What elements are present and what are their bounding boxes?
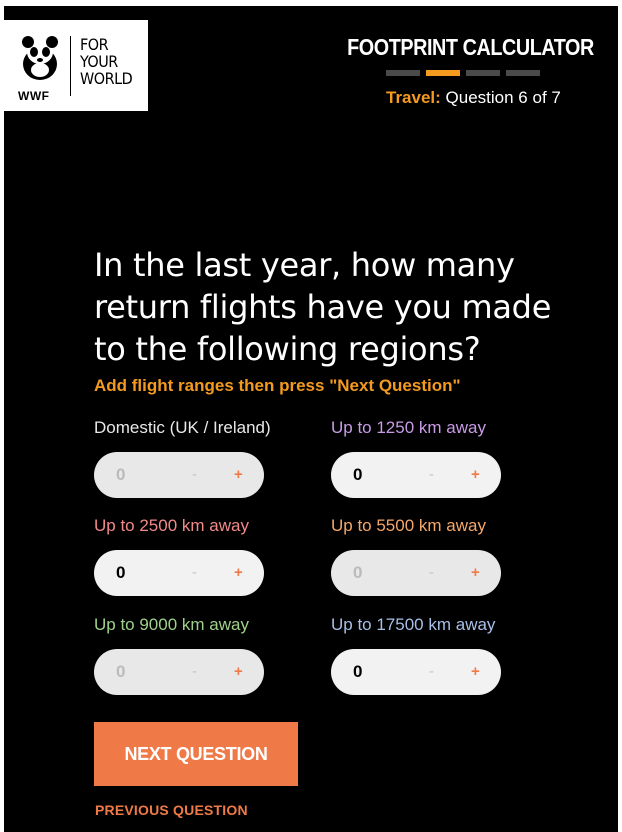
progress-bar	[386, 70, 540, 76]
increment-button[interactable]: +	[234, 649, 243, 695]
field-label: Up to 1250 km away	[331, 418, 486, 437]
field-label: Up to 2500 km away	[94, 516, 249, 535]
question-text: In the last year, how many return flight…	[94, 246, 552, 368]
previous-question-link[interactable]: PREVIOUS QUESTION	[95, 802, 248, 818]
tagline-line: FOR	[80, 35, 109, 54]
logo-tagline: FOR YOUR WORLD	[80, 35, 133, 88]
flight-field-domestic: Domestic (UK / Ireland) 0 - +	[94, 418, 334, 498]
calculator-frame: WWF FOR YOUR WORLD FOOTPRINT CALCULATOR …	[4, 6, 618, 832]
wwf-logo[interactable]: WWF FOR YOUR WORLD	[4, 20, 148, 111]
instruction-text: Add flight ranges then press "Next Quest…	[94, 376, 461, 395]
decrement-button[interactable]: -	[429, 452, 434, 498]
decrement-button[interactable]: -	[429, 649, 434, 695]
stepper-value[interactable]: 0	[116, 550, 125, 596]
flight-field-1250km: Up to 1250 km away 0 - +	[331, 418, 571, 498]
stepper-value[interactable]: 0	[353, 649, 362, 695]
quantity-stepper[interactable]: 0 - +	[94, 649, 264, 695]
increment-button[interactable]: +	[234, 452, 243, 498]
flight-field-5500km: Up to 5500 km away 0 - +	[331, 516, 571, 596]
quantity-stepper[interactable]: 0 - +	[331, 649, 501, 695]
decrement-button[interactable]: -	[429, 550, 434, 596]
stepper-value[interactable]: 0	[353, 550, 362, 596]
increment-button[interactable]: +	[471, 649, 480, 695]
wwf-wordmark: WWF	[18, 89, 50, 103]
quantity-stepper[interactable]: 0 - +	[94, 550, 264, 596]
panda-icon	[22, 36, 58, 80]
progress-segment	[466, 70, 500, 76]
flight-field-17500km: Up to 17500 km away 0 - +	[331, 615, 571, 695]
quantity-stepper[interactable]: 0 - +	[331, 550, 501, 596]
field-label: Up to 9000 km away	[94, 615, 249, 634]
logo-divider	[70, 36, 71, 96]
question-category: Travel:	[386, 88, 441, 107]
progress-segment	[386, 70, 420, 76]
field-label: Domestic (UK / Ireland)	[94, 418, 271, 437]
progress-segment	[506, 70, 540, 76]
field-label: Up to 17500 km away	[331, 615, 496, 634]
flight-field-9000km: Up to 9000 km away 0 - +	[94, 615, 334, 695]
decrement-button[interactable]: -	[192, 649, 197, 695]
increment-button[interactable]: +	[471, 452, 480, 498]
stepper-value[interactable]: 0	[353, 452, 362, 498]
progress-segment-active	[426, 70, 460, 76]
increment-button[interactable]: +	[234, 550, 243, 596]
tagline-line: YOUR	[80, 52, 118, 71]
flight-field-2500km: Up to 2500 km away 0 - +	[94, 516, 334, 596]
increment-button[interactable]: +	[471, 550, 480, 596]
question-counter: Travel: Question 6 of 7	[386, 88, 561, 108]
stepper-value[interactable]: 0	[116, 452, 125, 498]
field-label: Up to 5500 km away	[331, 516, 486, 535]
question-number: Question 6 of 7	[445, 88, 561, 107]
next-question-button[interactable]: NEXT QUESTION	[94, 722, 298, 786]
quantity-stepper[interactable]: 0 - +	[94, 452, 264, 498]
decrement-button[interactable]: -	[192, 452, 197, 498]
calculator-title: FOOTPRINT CALCULATOR	[347, 34, 594, 60]
tagline-line: WORLD	[80, 69, 133, 88]
decrement-button[interactable]: -	[192, 550, 197, 596]
stepper-value[interactable]: 0	[116, 649, 125, 695]
quantity-stepper[interactable]: 0 - +	[331, 452, 501, 498]
